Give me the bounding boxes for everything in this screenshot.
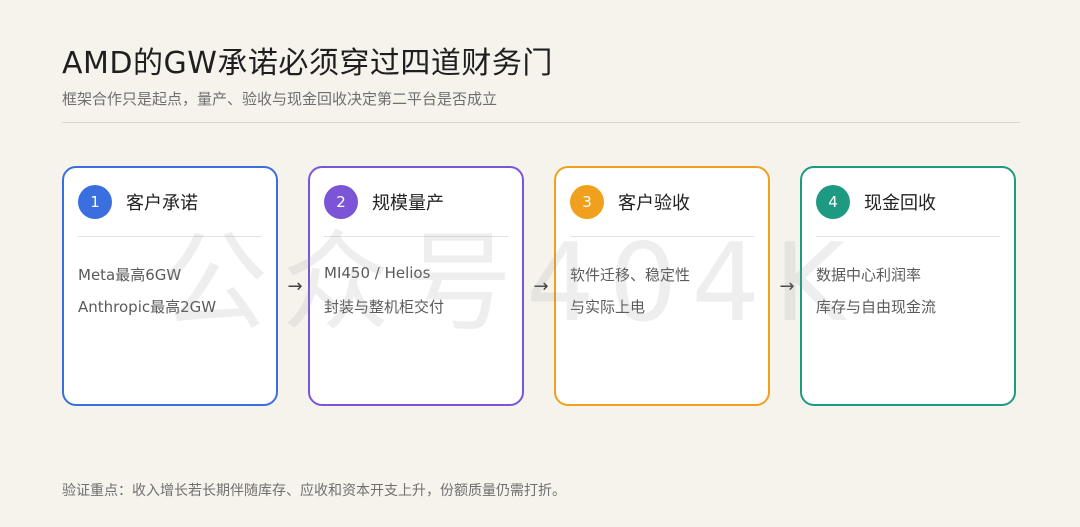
step-detail-line: 数据中心利润率 [816, 266, 922, 284]
arrow-right-icon: → [779, 276, 795, 297]
page-title: AMD的GW承诺必须穿过四道财务门 [62, 46, 553, 81]
step-card-cash-collection: 4 现金回收 数据中心利润率 库存与自由现金流 [800, 166, 1016, 406]
step-title: 现金回收 [864, 193, 936, 214]
step-card-header: 3 客户验收 [570, 184, 754, 220]
step-card-divider [324, 236, 508, 237]
step-number-badge: 3 [570, 185, 604, 219]
step-card-header: 1 客户承诺 [78, 184, 262, 220]
step-detail-line: 封装与整机柜交付 [324, 298, 445, 316]
step-card-divider [570, 236, 754, 237]
step-title: 客户承诺 [126, 193, 198, 214]
header-divider [62, 122, 1020, 123]
step-detail-line: 与实际上电 [570, 298, 646, 316]
step-card-divider [816, 236, 1000, 237]
step-number-badge: 4 [816, 185, 850, 219]
arrow-right-icon: → [533, 276, 549, 297]
step-card-divider [78, 236, 262, 237]
step-detail-line: 库存与自由现金流 [816, 298, 937, 316]
page-subtitle: 框架合作只是起点，量产、验收与现金回收决定第二平台是否成立 [62, 90, 498, 108]
step-card-header: 2 规模量产 [324, 184, 508, 220]
step-number-badge: 1 [78, 185, 112, 219]
footer-note: 验证重点：收入增长若长期伴随库存、应收和资本开支上升，份额质量仍需打折。 [62, 483, 566, 499]
step-card-customer-acceptance: 3 客户验收 软件迁移、稳定性 与实际上电 [554, 166, 770, 406]
step-title: 规模量产 [372, 193, 444, 214]
step-detail-line: Meta最高6GW [78, 266, 182, 284]
step-title: 客户验收 [618, 193, 690, 214]
step-detail-line: 软件迁移、稳定性 [570, 266, 691, 284]
step-number-badge: 2 [324, 185, 358, 219]
step-card-header: 4 现金回收 [816, 184, 1000, 220]
step-card-customer-commitment: 1 客户承诺 Meta最高6GW Anthropic最高2GW [62, 166, 278, 406]
step-detail-line: Anthropic最高2GW [78, 298, 217, 316]
arrow-right-icon: → [287, 276, 303, 297]
step-card-mass-production: 2 规模量产 MI450 / Helios 封装与整机柜交付 [308, 166, 524, 406]
step-detail-line: MI450 / Helios [324, 264, 431, 282]
